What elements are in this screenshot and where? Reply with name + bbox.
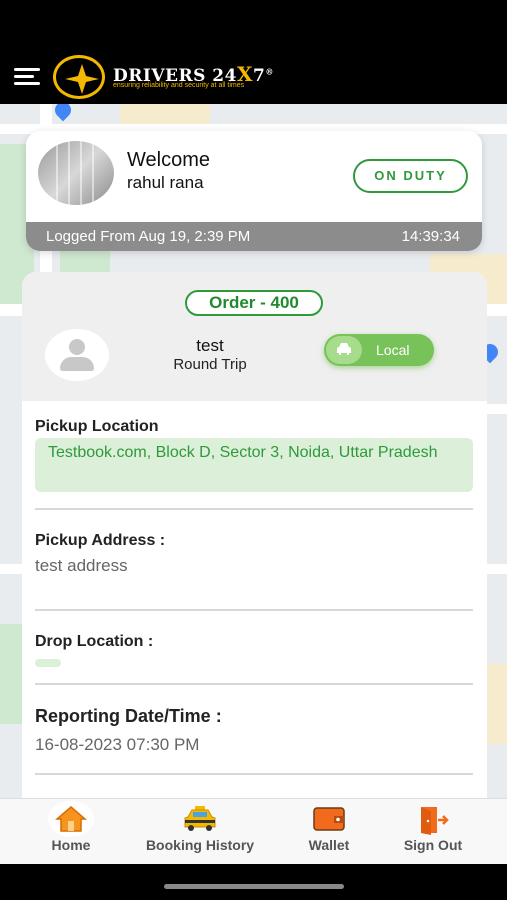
divider bbox=[35, 773, 473, 775]
trip-category-label: Local bbox=[376, 342, 410, 358]
order-header: Order - 400 test Round Trip Local bbox=[22, 272, 487, 401]
nav-booking-history-label: Booking History bbox=[145, 837, 255, 853]
duty-status-button[interactable]: ON DUTY bbox=[353, 159, 468, 193]
login-info-bar: Logged From Aug 19, 2:39 PM 14:39:34 bbox=[26, 222, 482, 251]
reporting-datetime-label: Reporting Date/Time : bbox=[35, 706, 222, 726]
user-name: rahul rana bbox=[127, 173, 204, 192]
trip-category-badge: Local bbox=[324, 334, 434, 366]
customer-avatar-icon bbox=[45, 329, 109, 381]
order-number-badge: Order - 400 bbox=[185, 290, 323, 316]
divider bbox=[35, 508, 473, 510]
map-pin-icon bbox=[51, 104, 75, 122]
trip-type: Round Trip bbox=[173, 356, 247, 373]
pickup-location-value[interactable]: Testbook.com, Block D, Sector 3, Noida, … bbox=[35, 438, 473, 492]
divider bbox=[35, 609, 473, 611]
reporting-datetime-value: 16-08-2023 07:30 PM bbox=[35, 735, 200, 754]
duty-timer: 14:39:34 bbox=[401, 228, 460, 245]
nav-sign-out-label: Sign Out bbox=[403, 837, 463, 853]
welcome-card: Welcome rahul rana ON DUTY Logged From A… bbox=[26, 131, 482, 251]
sign-out-icon bbox=[417, 805, 449, 840]
car-icon bbox=[326, 336, 362, 364]
order-card[interactable]: Order - 400 test Round Trip Local Pickup… bbox=[22, 272, 487, 798]
app-header: DRIVERS 24X7® ensuring reliability and s… bbox=[0, 0, 507, 104]
bottom-navigation: Home Booking History Wallet Sign Out bbox=[0, 798, 507, 864]
welcome-title: Welcome bbox=[127, 149, 210, 171]
pickup-address-value: test address bbox=[35, 556, 128, 575]
pickup-location-label: Pickup Location bbox=[35, 418, 159, 435]
pickup-address-label: Pickup Address : bbox=[35, 532, 166, 549]
nav-booking-history[interactable]: Booking History bbox=[140, 799, 260, 865]
home-indicator[interactable] bbox=[164, 884, 344, 889]
drop-location-label: Drop Location : bbox=[35, 633, 154, 650]
menu-icon[interactable] bbox=[14, 66, 40, 86]
taxi-icon bbox=[182, 805, 218, 838]
nav-sign-out[interactable]: Sign Out bbox=[392, 799, 474, 865]
drop-location-value bbox=[35, 659, 61, 667]
nav-home[interactable]: Home bbox=[30, 799, 112, 865]
divider bbox=[35, 683, 473, 685]
driver-avatar[interactable] bbox=[38, 141, 114, 205]
nav-home-label: Home bbox=[51, 837, 91, 853]
logo-icon bbox=[53, 55, 105, 99]
wallet-icon bbox=[312, 805, 346, 838]
customer-name: test bbox=[196, 336, 224, 355]
home-icon bbox=[54, 805, 88, 838]
login-time: Logged From Aug 19, 2:39 PM bbox=[46, 228, 251, 245]
nav-wallet[interactable]: Wallet bbox=[289, 799, 369, 865]
nav-wallet-label: Wallet bbox=[308, 837, 350, 853]
brand-tagline: ensuring reliability and security at all… bbox=[113, 82, 245, 89]
